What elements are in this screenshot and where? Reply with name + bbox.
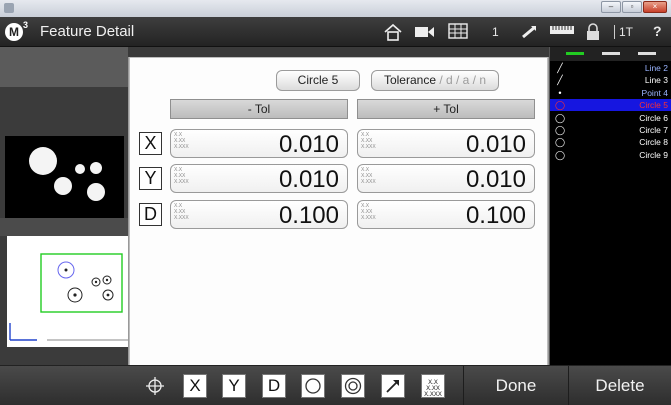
tool-y-button[interactable]: Y [222,374,246,398]
app-logo-superscript: 3 [23,20,29,30]
plus-tol-d-field[interactable]: X.X X.XX X.XXX 0.100 [357,200,535,229]
minus-tol-y-field[interactable]: X.X X.XX X.XXX 0.010 [170,164,348,193]
circle-icon: ◯ [555,112,566,123]
precision-hint: X.X X.XX X.XXX [174,167,189,185]
camera-feature-blob [54,177,72,195]
page-number: 1 [492,25,499,39]
title-bar: M 3 Feature Detail 1 1T ? [0,17,671,47]
feature-list-label: Line 3 [644,75,668,86]
feature-list-item[interactable]: ╱ Line 2 [550,62,671,74]
camera-feature-blob [90,162,102,174]
crosshair-icon[interactable] [143,374,167,398]
feature-list-panel: ╱ Line 2 ╱ Line 3 • Point 4 ◯ Circle 5 ◯ Circle 6… [549,47,671,365]
mode-label[interactable]: 1T [614,25,633,39]
app-window: – ▫ × M 3 Feature Detail 1 1T ? Circle 5… [0,0,671,405]
tolerance-label: Tolerance [383,73,436,87]
feature-list-item[interactable]: ◯ Circle 9 [550,149,671,161]
list-filter-tab[interactable] [638,52,656,55]
feature-name-button[interactable]: Circle 5 [276,70,360,91]
line-icon: ╱ [557,63,563,73]
precision-hint: X.X X.XX X.XXX [361,203,376,221]
plus-tol-x-field[interactable]: X.X X.XX X.XXX 0.010 [357,129,535,158]
home-icon[interactable] [382,23,404,41]
minus-tol-d-value: 0.100 [278,202,339,229]
minus-tol-x-value: 0.010 [278,131,339,158]
point-icon: • [558,87,562,98]
camera-feature-blob [87,183,105,201]
camera-feature-blob [29,147,57,175]
done-button[interactable]: Done [464,368,568,404]
left-panel [0,47,128,365]
feature-list-item[interactable]: ◯ Circle 5 [550,99,671,112]
minus-tol-d-field[interactable]: X.X X.XX X.XXX 0.100 [170,200,348,229]
camera-feature-blob [75,164,85,174]
minus-tol-header: - Tol [170,99,348,119]
feature-list-item[interactable]: • Point 4 [550,87,671,99]
tool-x-button[interactable]: X [183,374,207,398]
precision-hint: X.X X.XX X.XXX [361,132,376,150]
report-grid-icon[interactable] [447,23,469,41]
maximize-button[interactable]: ▫ [622,1,642,13]
delete-button[interactable]: Delete [569,368,671,404]
help-button[interactable]: ? [653,23,662,39]
tool-d-button[interactable]: D [262,374,286,398]
video-camera-icon[interactable] [414,23,436,41]
feature-list-item[interactable]: ◯ Circle 6 [550,112,671,124]
concentric-circle-icon[interactable] [341,374,365,398]
feature-list-item[interactable]: ◯ Circle 7 [550,124,671,136]
left-panel-divider [0,218,128,236]
precision-hint: X.X X.XX X.XXX [174,132,189,150]
feature-list-item[interactable]: ╱ Line 3 [550,74,671,86]
feature-list-header [550,47,671,61]
scale-ruler-icon[interactable] [549,23,575,41]
minus-tol-x-field[interactable]: X.X X.XX X.XXX 0.010 [170,129,348,158]
list-filter-tab[interactable] [566,52,584,55]
part-view[interactable] [7,236,128,347]
feature-list-label: Circle 5 [639,100,668,111]
plus-tol-y-field[interactable]: X.X X.XX X.XXX 0.010 [357,164,535,193]
list-filter-tab[interactable] [602,52,620,55]
minus-tol-y-value: 0.010 [278,166,339,193]
feature-list-label: Circle 9 [639,149,668,160]
feature-detail-dialog: Circle 5 Tolerance / d / a / n - Tol + T… [128,57,549,366]
lock-icon[interactable] [584,23,602,41]
feature-list-label: Point 4 [641,87,668,98]
axis-label-d: D [139,203,162,226]
circle-icon: ◯ [555,149,566,160]
system-menu-icon[interactable] [4,3,14,13]
window-frame: – ▫ × [0,0,671,17]
circle-icon: ◯ [555,125,566,135]
circle-tool-icon[interactable] [301,374,325,398]
precision-hint: X.X X.XX X.XXX [174,203,189,221]
circle-icon: ◯ [555,100,566,111]
line-icon: ╱ [557,75,563,86]
plus-tol-d-value: 0.100 [465,202,526,229]
page-title: Feature Detail [40,23,135,40]
bottom-toolbar: X Y D X.X X.XX X.XXX Done Delete [0,365,671,405]
feature-list-label: Circle 7 [639,125,668,135]
feature-list-item[interactable]: ◯ Circle 8 [550,136,671,148]
precision-tool-button[interactable]: X.X X.XX X.XXX [421,374,445,398]
plus-tol-header: + Tol [357,99,535,119]
feature-list-label: Circle 6 [639,112,668,123]
camera-view[interactable] [5,136,124,218]
left-panel-header [0,47,128,87]
window-controls: – ▫ × [601,1,667,13]
arrow-up-right-icon[interactable] [381,374,405,398]
axis-label-y: Y [139,167,162,190]
circle-icon: ◯ [555,137,566,148]
tolerance-options: / d / a / n [436,73,487,87]
tolerance-mode-button[interactable]: Tolerance / d / a / n [371,70,499,91]
close-window-button[interactable]: × [643,1,667,13]
precision-hint: X.X X.XX X.XXX [361,167,376,185]
plus-tol-y-value: 0.010 [465,166,526,193]
undo-arrow-icon[interactable] [518,23,540,41]
axis-label-x: X [139,132,162,155]
app-logo: M [5,23,23,41]
minimize-button[interactable]: – [601,1,621,13]
plus-tol-x-value: 0.010 [465,131,526,158]
feature-list-label: Circle 8 [639,137,668,148]
feature-list-label: Line 2 [644,63,668,73]
